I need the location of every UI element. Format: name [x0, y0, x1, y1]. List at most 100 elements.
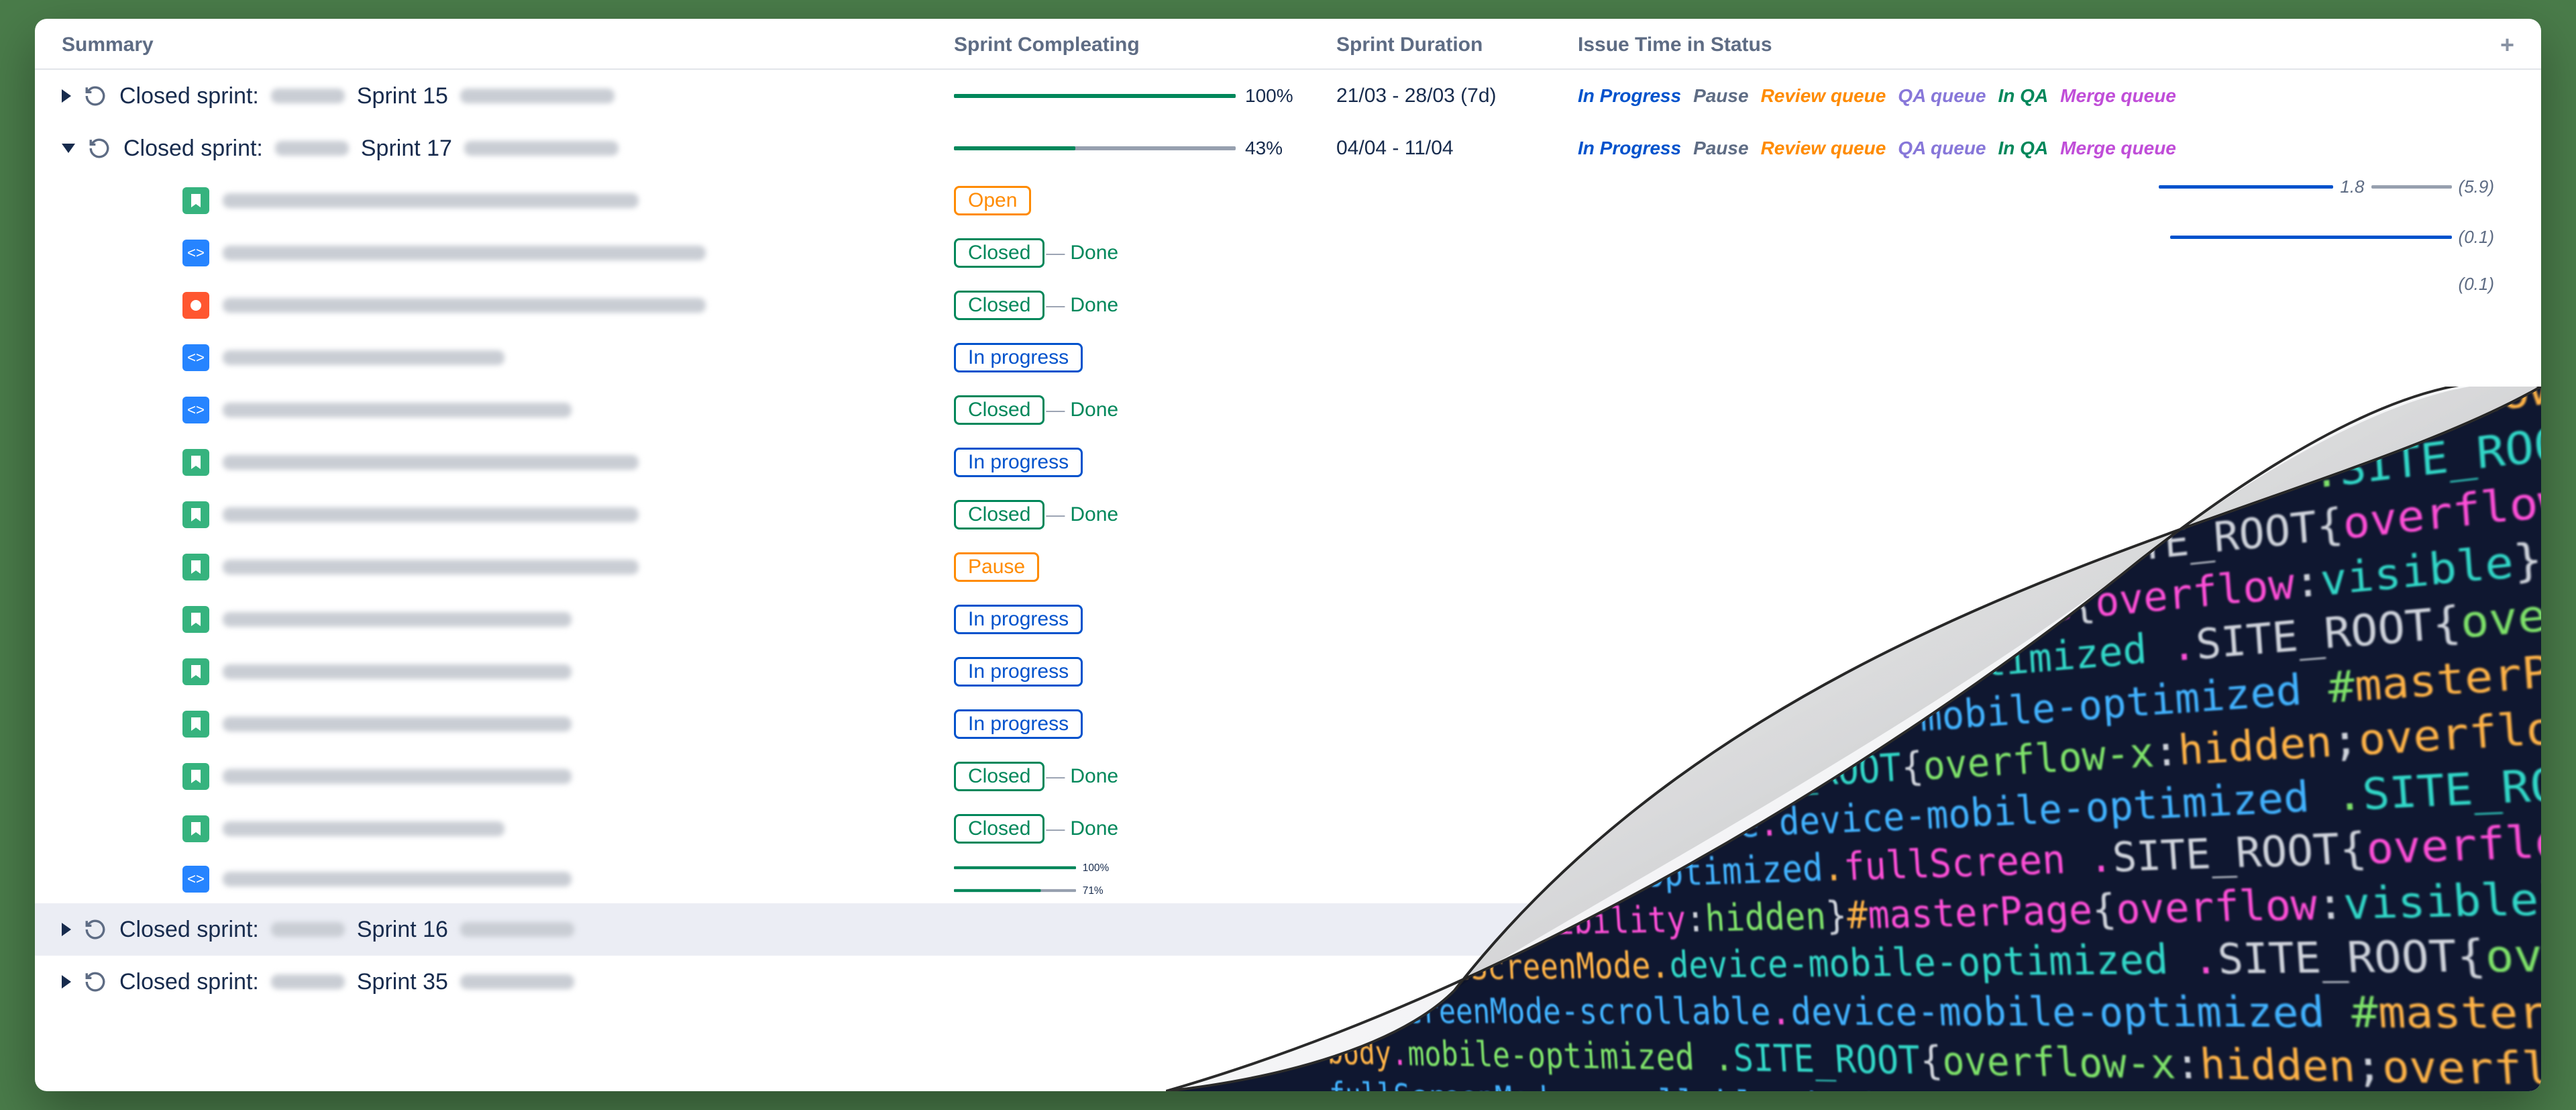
- resolution-label: Done: [1070, 817, 1118, 840]
- blurred-text: [223, 612, 572, 627]
- status-pill[interactable]: Closed: [954, 500, 1044, 529]
- status-timeline: (0.1): [2170, 227, 2494, 248]
- blurred-text: [223, 717, 572, 731]
- resolution-label: Done: [1070, 242, 1118, 264]
- progress-pct: 100%: [1083, 862, 1109, 874]
- add-column-button[interactable]: +: [2474, 31, 2514, 59]
- issue-type-icon: [182, 658, 209, 685]
- blurred-text: [223, 350, 504, 365]
- resolution-label: Done: [1070, 399, 1118, 421]
- col-header-duration[interactable]: Sprint Duration: [1336, 34, 1578, 56]
- sprint-name: Sprint 15: [357, 83, 448, 109]
- issue-type-icon: [182, 815, 209, 842]
- status-pill[interactable]: In progress: [954, 448, 1083, 477]
- issue-row[interactable]: Closed—Done: [35, 279, 2541, 332]
- sprint-icon: [83, 917, 107, 942]
- sprint-label: Closed sprint:: [119, 83, 259, 109]
- issue-type-icon: [182, 711, 209, 738]
- blurred-text: [271, 922, 345, 937]
- blurred-text: [223, 193, 639, 208]
- issue-row[interactable]: <> In progress: [35, 332, 2541, 384]
- blurred-text: [460, 974, 574, 989]
- issue-row[interactable]: <>Closed—Done: [35, 384, 2541, 436]
- blurred-text: [464, 141, 619, 156]
- issue-type-icon: [182, 554, 209, 581]
- blurred-text: [460, 89, 614, 103]
- status-pill[interactable]: Closed: [954, 238, 1044, 268]
- resolution-label: Done: [1070, 503, 1118, 525]
- col-header-summary[interactable]: Summary: [62, 34, 954, 56]
- blurred-text: [223, 769, 572, 784]
- mini-progress: 71%: [954, 885, 1222, 897]
- mini-progress: 100%: [954, 862, 1222, 874]
- blurred-text: [223, 872, 572, 887]
- status-pill[interactable]: In progress: [954, 657, 1083, 687]
- status-pill[interactable]: Open: [954, 186, 1031, 215]
- sprint-name: Sprint 35: [357, 969, 448, 995]
- sprint-progress: 100%: [954, 85, 1336, 107]
- sprint-duration: 04/04 - 11/04: [1336, 137, 1578, 160]
- status-pill[interactable]: In progress: [954, 605, 1083, 634]
- collapse-icon[interactable]: [62, 144, 75, 153]
- sprint-icon: [87, 136, 111, 160]
- issue-row[interactable]: <>Closed—Done: [35, 227, 2541, 279]
- expand-icon[interactable]: [62, 923, 71, 936]
- issue-row[interactable]: In progress: [35, 436, 2541, 489]
- issue-row[interactable]: Closed—Done: [35, 489, 2541, 541]
- expand-icon[interactable]: [62, 89, 71, 103]
- table-header: Summary Sprint Compleating Sprint Durati…: [35, 19, 2541, 70]
- blurred-text: [223, 403, 572, 417]
- issue-type-icon: <>: [182, 397, 209, 423]
- resolution-label: Done: [1070, 765, 1118, 787]
- status-pill[interactable]: In progress: [954, 343, 1083, 372]
- col-header-compl[interactable]: Sprint Compleating: [954, 34, 1336, 56]
- blurred-text: [223, 455, 639, 470]
- status-pill[interactable]: Closed: [954, 291, 1044, 320]
- blurred-text: [223, 507, 639, 522]
- status-pill[interactable]: Closed: [954, 762, 1044, 791]
- blurred-text: [223, 246, 706, 260]
- progress-pct: 71%: [1083, 885, 1104, 897]
- blurred-text: [223, 664, 572, 679]
- issue-type-icon: [182, 449, 209, 476]
- expand-icon[interactable]: [62, 975, 71, 989]
- status-legend: In Progress Pause Review queue QA queue …: [1578, 138, 2514, 159]
- issue-type-icon: [182, 501, 209, 528]
- status-timeline: 1.8 (5.9): [2159, 176, 2494, 197]
- status-pill[interactable]: Pause: [954, 552, 1039, 582]
- issue-type-icon: <>: [182, 240, 209, 266]
- sprint-row[interactable]: Closed sprint: Sprint 15 100% 21/03 - 28…: [35, 70, 2541, 122]
- blurred-text: [223, 560, 639, 574]
- issue-type-icon: [182, 187, 209, 214]
- blurred-text: [223, 821, 504, 836]
- sprint-label: Closed sprint:: [119, 917, 259, 943]
- sprint-label: Closed sprint:: [123, 136, 263, 162]
- blurred-text: [275, 141, 349, 156]
- blurred-text: [271, 89, 345, 103]
- sprint-name: Sprint 16: [357, 917, 448, 943]
- blurred-text: [460, 922, 574, 937]
- sprint-icon: [83, 970, 107, 994]
- resolution-label: Done: [1070, 294, 1118, 316]
- progress-pct: 43%: [1245, 138, 1283, 159]
- status-legend: In Progress Pause Review queue QA queue …: [1578, 85, 2514, 107]
- blurred-text: [223, 298, 706, 313]
- status-pill[interactable]: Closed: [954, 395, 1044, 425]
- status-pill[interactable]: Closed: [954, 814, 1044, 844]
- sprint-icon: [83, 84, 107, 108]
- issue-type-icon: [182, 763, 209, 790]
- status-timeline: (0.1): [2459, 274, 2494, 295]
- issue-type-icon: [182, 606, 209, 633]
- col-header-status[interactable]: Issue Time in Status: [1578, 34, 2474, 56]
- sprint-row[interactable]: Closed sprint: Sprint 17 43% 04/04 - 11/…: [35, 122, 2541, 174]
- sprint-duration: 21/03 - 28/03 (7d): [1336, 85, 1578, 107]
- progress-pct: 100%: [1245, 85, 1293, 107]
- issue-type-icon: <>: [182, 866, 209, 893]
- sprint-name: Sprint 17: [361, 136, 452, 162]
- issue-type-icon: [182, 292, 209, 319]
- app-window: Summary Sprint Compleating Sprint Durati…: [35, 19, 2541, 1091]
- status-pill[interactable]: In progress: [954, 709, 1083, 739]
- issue-type-icon: <>: [182, 344, 209, 371]
- sprint-progress: 43%: [954, 138, 1336, 159]
- blurred-text: [271, 974, 345, 989]
